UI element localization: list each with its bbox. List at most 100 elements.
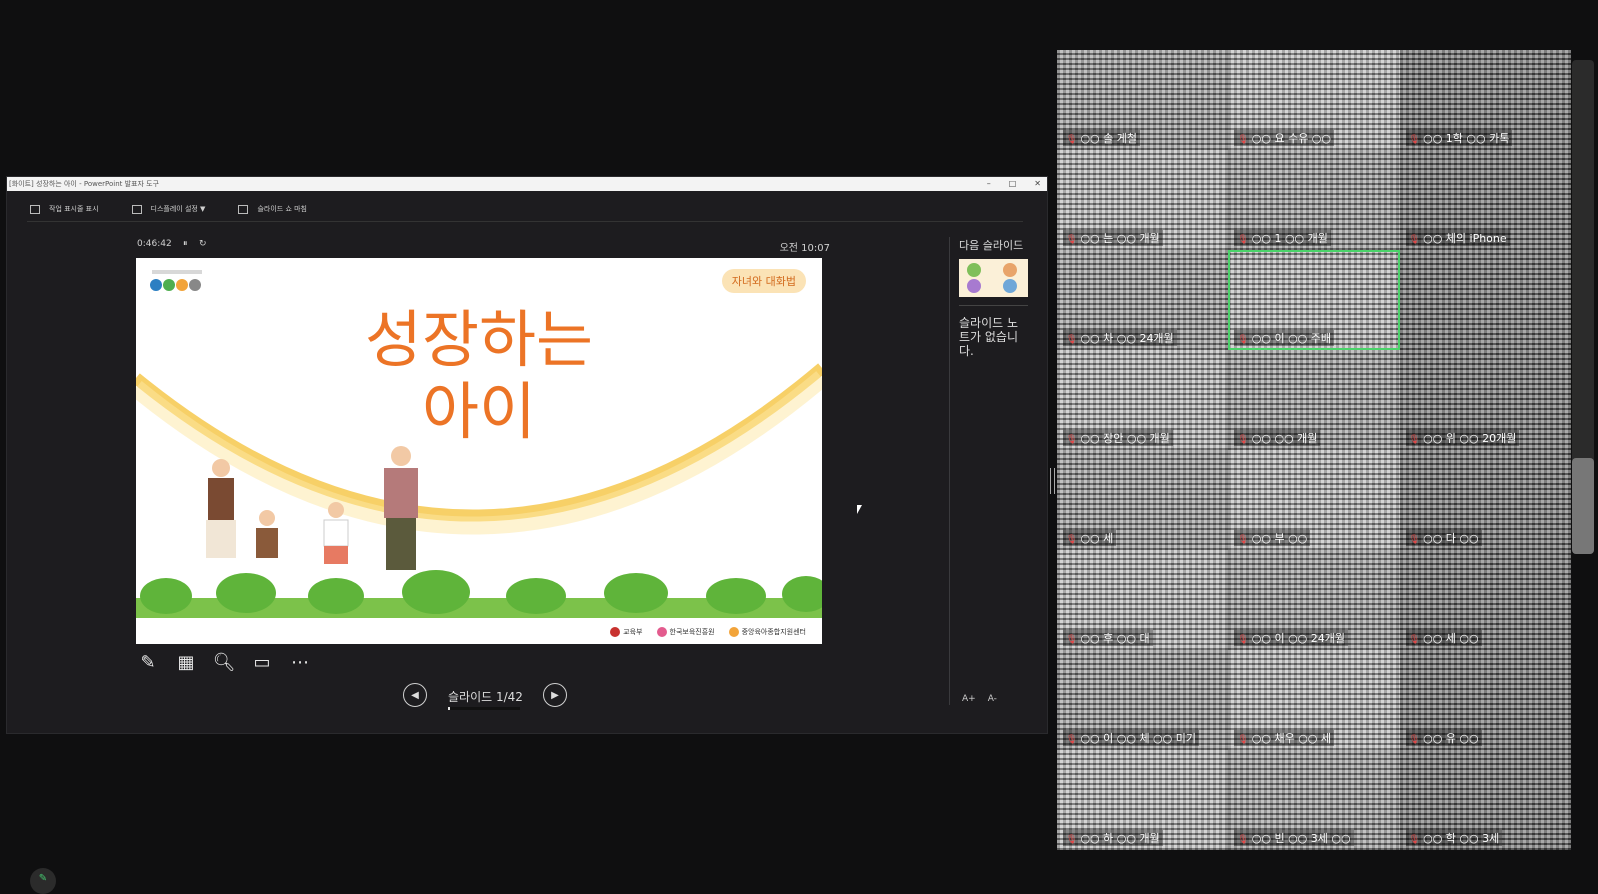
window-title: [화이트] 성장하는 아이 - PowerPoint 발표자 도구 (9, 180, 160, 188)
notes-pane: 다음 슬라이드 슬라이드 노트가 없습니다. (959, 237, 1039, 358)
next-slide-label: 다음 슬라이드 (959, 239, 1024, 252)
window-controls: – □ ✕ (987, 177, 1041, 191)
participant-name-text: ○○ ○○ 개월 (1251, 432, 1318, 445)
muted-mic-icon: 🎙︎ (1408, 135, 1421, 145)
zoom-icon[interactable]: 🔍︎ (212, 650, 236, 674)
minimize-button[interactable]: – (987, 177, 991, 191)
participant-name: 🎙︎ ○○ 장안 ○○ 개월 (1063, 430, 1173, 446)
mouse-cursor-icon (857, 505, 862, 514)
participant-name: 🎙︎ ○○ 이 ○○ 24개월 (1234, 630, 1349, 646)
muted-mic-icon: 🎙︎ (1066, 335, 1078, 345)
muted-mic-icon: 🎙︎ (1408, 435, 1421, 445)
participant-name-text: ○○ 다 ○○ (1423, 532, 1479, 545)
end-slideshow-label: 슬라이드 쇼 마침 (257, 205, 307, 213)
muted-mic-icon: 🎙︎ (1066, 635, 1078, 645)
participant-name-text: ○○ 세 ○○ (1423, 632, 1479, 645)
participant-name: 🎙︎ ○○ 위 ○○ 20개월 (1405, 430, 1520, 446)
decrease-font-button[interactable]: A- (988, 694, 997, 704)
pen-icon[interactable]: ✎ (136, 650, 160, 674)
slides-grid-icon[interactable]: ▦ (174, 650, 198, 674)
participant-tile[interactable]: 🎙︎ ○○ 1 ○○ 개월 (1228, 150, 1400, 250)
display-icon (131, 204, 142, 214)
participant-name: 🎙︎ ○○ 차 ○○ 24개월 (1063, 330, 1177, 346)
slide-counter: 슬라이드 1/42 (448, 690, 523, 704)
participant-name: 🎙︎ ○○ 솔 게철 (1063, 130, 1140, 146)
annotate-icon[interactable]: ✎ (30, 868, 56, 894)
reset-timer-button[interactable]: ↻ (199, 239, 207, 249)
ministry-logo: 교육부 (610, 627, 643, 637)
show-taskbar-button[interactable]: 작업 표시줄 표시 (27, 204, 99, 214)
participant-tile[interactable]: 🎙︎ ○○ 채우 ○○ 세 (1228, 650, 1400, 750)
show-taskbar-label: 작업 표시줄 표시 (49, 205, 99, 213)
participant-tile[interactable]: 🎙︎ ○○ 장안 ○○ 개월 (1057, 350, 1229, 450)
font-size-controls: A+ A- (962, 694, 997, 704)
muted-mic-icon: 🎙︎ (1066, 135, 1078, 145)
muted-mic-icon: 🎙︎ (1408, 835, 1421, 845)
participant-tile[interactable]: 🎙︎ ○○ 다 ○○ (1399, 450, 1571, 550)
participant-name-text: ○○ 부 ○○ (1251, 532, 1308, 545)
muted-mic-icon: 🎙︎ (1237, 335, 1249, 345)
participant-name-text: ○○ 차 ○○ 24개월 (1080, 332, 1174, 345)
muted-mic-icon: 🎙︎ (1237, 435, 1249, 445)
participant-tile[interactable]: 🎙︎ ○○ 세 ○○ (1399, 550, 1571, 650)
speaker-notes[interactable]: 슬라이드 노트가 없습니다. (959, 316, 1019, 358)
timer-row: 0:46:42 ⏸ ↻ 오전 10:07 (137, 239, 830, 254)
participant-name: 🎙︎ ○○ 는 ○○ 개월 (1063, 230, 1163, 246)
slide-title-line2: 아이 (421, 375, 537, 448)
participant-name: 🎙︎ ○○ 이 ○○ 체 ○○ 미기 (1063, 730, 1199, 746)
muted-mic-icon: 🎙︎ (1237, 735, 1249, 745)
participant-tile[interactable]: 🎙︎ ○○ 솔 게철 (1057, 50, 1229, 150)
participant-name: 🎙︎ ○○ 후 ○○ 대 (1063, 630, 1153, 646)
maximize-button[interactable]: □ (1009, 177, 1017, 191)
participant-tile[interactable]: 🎙︎ ○○ 이 ○○ 24개월 (1228, 550, 1400, 650)
display-settings-button[interactable]: 디스플레이 설정 ▼ (129, 204, 205, 214)
participant-tile[interactable]: 🎙︎ ○○ 차 ○○ 24개월 (1057, 250, 1229, 350)
participant-tile[interactable]: 🎙︎ ○○ 학 ○○ 3세 (1399, 750, 1571, 850)
participant-tile[interactable]: 🎙︎ ○○ 이 ○○ 체 ○○ 미기 (1057, 650, 1229, 750)
participant-tile[interactable]: 🎙︎ ○○ 유 ○○ (1399, 650, 1571, 750)
participant-name: 🎙︎ ○○ 학 ○○ 3세 (1405, 830, 1503, 846)
previous-slide-button[interactable]: ◀ (403, 683, 427, 707)
current-slide[interactable]: 자녀와 대화법 성장하는 아이 교육부 한국보육진흥원 중앙육아종합지원센터 (136, 258, 822, 644)
next-slide-button[interactable]: ▶ (543, 683, 567, 707)
pane-divider[interactable] (949, 237, 950, 705)
participant-tile[interactable]: 🎙︎ ○○ 1학 ○○ 카톡 (1399, 50, 1571, 150)
participant-tile[interactable]: 🎙︎ ○○ 요 수유 ○○ (1228, 50, 1400, 150)
participant-tile[interactable]: 🎙︎ ○○ 위 ○○ 20개월 (1399, 350, 1571, 450)
muted-mic-icon: 🎙︎ (1066, 235, 1078, 245)
muted-mic-icon: 🎙︎ (1066, 735, 1078, 745)
participant-tile[interactable]: 🎙︎ ○○ 부 ○○ (1228, 450, 1400, 550)
panel-splitter-handle[interactable] (1050, 468, 1055, 494)
participant-tile[interactable]: 🎙︎ ○○ 체의 iPhone (1399, 150, 1571, 250)
participant-name-text: ○○ 이 ○○ 주배 (1251, 332, 1332, 345)
next-slide-thumbnail[interactable] (959, 259, 1028, 297)
participant-tile[interactable] (1399, 250, 1571, 350)
more-icon[interactable]: ⋯ (288, 650, 312, 674)
participant-name-text: ○○ 1학 ○○ 카톡 (1423, 132, 1510, 145)
participant-gallery: 🎙︎ ○○ 솔 게철 🎙︎ ○○ 요 수유 ○○ 🎙︎ ○○ 1학 ○○ 카톡 🎙︎ ○○ 는… (1057, 50, 1571, 850)
increase-font-button[interactable]: A+ (962, 694, 976, 704)
participant-tile[interactable]: 🎙︎ ○○ 하 ○○ 개월 (1057, 750, 1229, 850)
end-slideshow-button[interactable]: 슬라이드 쇼 마침 (235, 204, 307, 214)
screen-icon[interactable]: ▭ (250, 650, 274, 674)
participant-tile[interactable]: 🎙︎ ○○ 후 ○○ 대 (1057, 550, 1229, 650)
pause-timer-button[interactable]: ⏸ (183, 239, 188, 249)
participant-tile[interactable]: 🎙︎ ○○ 빈 ○○ 3세 ○○ (1228, 750, 1400, 850)
participant-name-text: ○○ 후 ○○ 대 (1080, 632, 1150, 645)
close-button[interactable]: ✕ (1034, 177, 1041, 191)
gallery-scroll-thumb[interactable] (1572, 458, 1594, 554)
muted-mic-icon: 🎙︎ (1066, 535, 1078, 545)
participant-tile[interactable]: 🎙︎ ○○ 세 (1057, 450, 1229, 550)
participant-tile[interactable]: 🎙︎ ○○ ○○ 개월 (1228, 350, 1400, 450)
participant-tile[interactable]: 🎙︎ ○○ 이 ○○ 주배 (1228, 250, 1400, 350)
notes-separator (959, 305, 1028, 306)
muted-mic-icon: 🎙︎ (1408, 535, 1421, 545)
participant-name: 🎙︎ ○○ 요 수유 ○○ (1234, 130, 1335, 146)
participant-tile[interactable]: 🎙︎ ○○ 는 ○○ 개월 (1057, 150, 1229, 250)
presenter-toolbar: 작업 표시줄 표시 디스플레이 설정 ▼ 슬라이드 쇼 마침 (27, 197, 1023, 222)
gallery-scrollbar[interactable] (1572, 60, 1594, 554)
presenter-view-window: [화이트] 성장하는 아이 - PowerPoint 발표자 도구 – □ ✕ … (6, 176, 1048, 734)
participant-name: 🎙︎ ○○ 유 ○○ (1405, 730, 1482, 746)
participant-name-text: ○○ 이 ○○ 체 ○○ 미기 (1080, 732, 1196, 745)
slide-navigation: ◀ 슬라이드 1/42 ▶ (403, 683, 568, 711)
